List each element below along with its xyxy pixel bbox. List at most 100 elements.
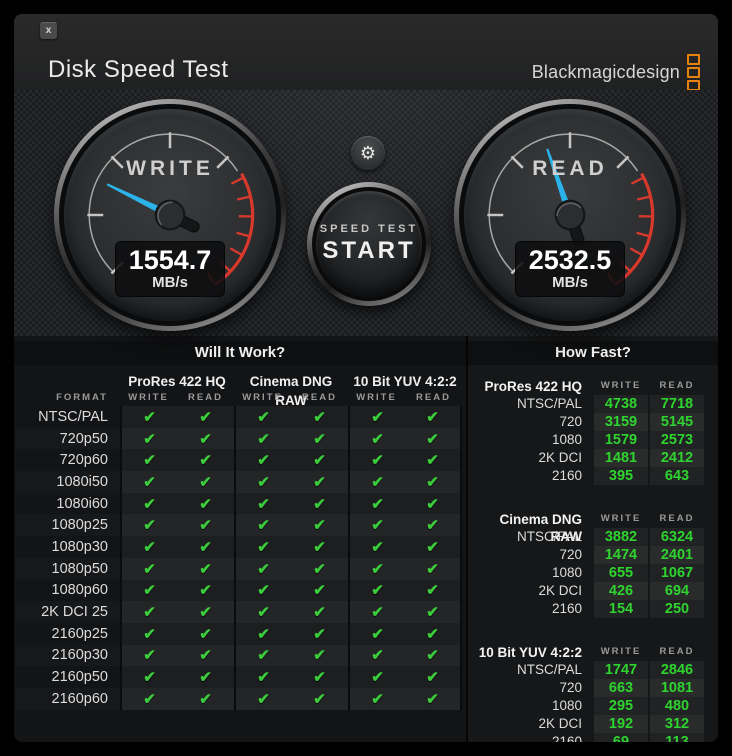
read-gauge: READ 2532.5 MB/s <box>454 99 686 331</box>
table-cell-wrap: ✔ <box>291 622 348 645</box>
check-cell: ✔ <box>177 601 234 623</box>
read-speed-cell: 6324 <box>650 528 704 546</box>
speed-row: 720 663 1081 <box>474 679 704 697</box>
check-cell: ✔ <box>405 557 462 580</box>
gauge-panel: WRITE 1554.7 MB/s ⚙ SPEED TEST START REA… <box>14 90 718 336</box>
check-cell: ✔ <box>120 557 177 580</box>
start-button[interactable]: SPEED TEST START <box>307 182 431 306</box>
check-icon: ✔ <box>143 452 156 470</box>
read-speed-cell: 2412 <box>650 449 704 467</box>
table-cell-wrap: ✔ <box>120 666 177 688</box>
resolution-label: 2160 <box>551 468 582 483</box>
resolution-label: NTSC/PAL <box>516 529 582 544</box>
settings-button[interactable]: ⚙ <box>351 136 385 170</box>
table-cell-wrap: ✔ <box>234 666 291 688</box>
check-cell: ✔ <box>348 557 405 580</box>
table-cell-wrap: ✔ <box>348 644 405 667</box>
check-icon: ✔ <box>143 560 156 578</box>
check-cell: ✔ <box>177 622 234 645</box>
check-icon: ✔ <box>426 669 439 687</box>
app-window: x Disk Speed Test Blackmagicdesign WRITE… <box>14 14 718 742</box>
check-icon: ✔ <box>199 495 212 513</box>
check-cell: ✔ <box>120 514 177 537</box>
write-speed-cell: 4738 <box>594 395 648 413</box>
speed-section: ProRes 422 HQ WRITE READ NTSC/PAL 4738 7718 72… <box>474 378 704 485</box>
table-cell-wrap: ✔ <box>291 449 348 472</box>
check-cell: ✔ <box>291 427 348 450</box>
check-cell: ✔ <box>177 579 234 602</box>
format-label: 2160p30 <box>51 647 108 664</box>
blackmagic-logo-icon <box>687 54 700 91</box>
check-cell: ✔ <box>291 622 348 645</box>
check-cell: ✔ <box>405 622 462 645</box>
check-cell: ✔ <box>405 601 462 623</box>
table-cell-wrap: ✔ <box>234 449 291 472</box>
check-cell: ✔ <box>405 644 462 667</box>
format-label: 1080i60 <box>56 495 108 512</box>
check-cell: ✔ <box>348 601 405 623</box>
format-label: 2K DCI 25 <box>41 604 108 621</box>
check-cell: ✔ <box>405 471 462 493</box>
check-icon: ✔ <box>371 517 384 535</box>
check-icon: ✔ <box>313 582 326 600</box>
resolution-label: 2K DCI <box>538 716 582 731</box>
check-icon: ✔ <box>257 560 270 578</box>
check-cell: ✔ <box>291 687 348 710</box>
check-cell: ✔ <box>291 406 348 428</box>
check-icon: ✔ <box>313 690 326 708</box>
speed-section: Cinema DNG RAW WRITE READ NTSC/PAL 3882 6324 7… <box>474 511 704 618</box>
table-cell-wrap: ✔ <box>120 536 177 558</box>
check-icon: ✔ <box>199 538 212 556</box>
check-cell: ✔ <box>120 427 177 450</box>
check-cell: ✔ <box>120 471 177 493</box>
write-speed-cell: 1474 <box>594 546 648 564</box>
speed-section-header: ProRes 422 HQ WRITE READ <box>474 378 704 395</box>
speed-row: 1080 655 1067 <box>474 564 704 582</box>
check-cell: ✔ <box>291 666 348 688</box>
read-speed-cell: 2846 <box>650 661 704 679</box>
check-icon: ✔ <box>426 582 439 600</box>
table-row-format: 1080p60 <box>16 580 120 602</box>
resolution-label: 1080 <box>551 565 582 580</box>
read-speed-unit: MB/s <box>552 274 588 291</box>
check-cell: ✔ <box>405 536 462 558</box>
check-cell: ✔ <box>291 536 348 558</box>
read-speed-cell: 1067 <box>650 564 704 582</box>
check-icon: ✔ <box>313 495 326 513</box>
table-cell-wrap: ✔ <box>177 427 234 450</box>
check-cell: ✔ <box>234 471 291 493</box>
sub-column-header: READ <box>659 646 695 657</box>
read-value-box: 2532.5 MB/s <box>515 241 625 297</box>
check-icon: ✔ <box>199 560 212 578</box>
resolution-label: 2160 <box>551 601 582 616</box>
read-speed-cell: 312 <box>650 715 704 733</box>
format-label: 720p60 <box>59 452 108 469</box>
speed-row: 2K DCI 192 312 <box>474 715 704 733</box>
table-row-format: 1080p30 <box>16 536 120 558</box>
table-cell-wrap: ✔ <box>291 492 348 515</box>
table-row-format: 1080i60 <box>16 493 120 515</box>
check-cell: ✔ <box>177 687 234 710</box>
check-cell: ✔ <box>348 666 405 688</box>
table-cell-wrap: ✔ <box>405 601 462 623</box>
check-icon: ✔ <box>199 473 212 491</box>
table-cell-wrap: ✔ <box>120 601 177 623</box>
sub-column-header: READ <box>188 392 223 403</box>
screen: x Disk Speed Test Blackmagicdesign WRITE… <box>0 0 732 756</box>
write-speed-cell: 3159 <box>594 413 648 431</box>
table-cell-wrap: ✔ <box>405 622 462 645</box>
codec-group-header: Cinema DNG RAW <box>249 374 333 408</box>
read-speed-cell: 5145 <box>650 413 704 431</box>
check-icon: ✔ <box>143 690 156 708</box>
start-button-label: START <box>322 237 416 264</box>
check-cell: ✔ <box>177 557 234 580</box>
check-cell: ✔ <box>177 666 234 688</box>
table-cell-wrap: ✔ <box>234 557 291 580</box>
table-cell-wrap: ✔ <box>405 471 462 493</box>
table-cell-wrap: ✔ <box>291 687 348 710</box>
close-button[interactable]: x <box>40 22 57 39</box>
will-it-work-panel: Will It Work? ProRes 422 HQ Cinema DNG RA… <box>14 336 468 742</box>
check-cell: ✔ <box>405 687 462 710</box>
check-icon: ✔ <box>371 408 384 426</box>
check-icon: ✔ <box>257 473 270 491</box>
